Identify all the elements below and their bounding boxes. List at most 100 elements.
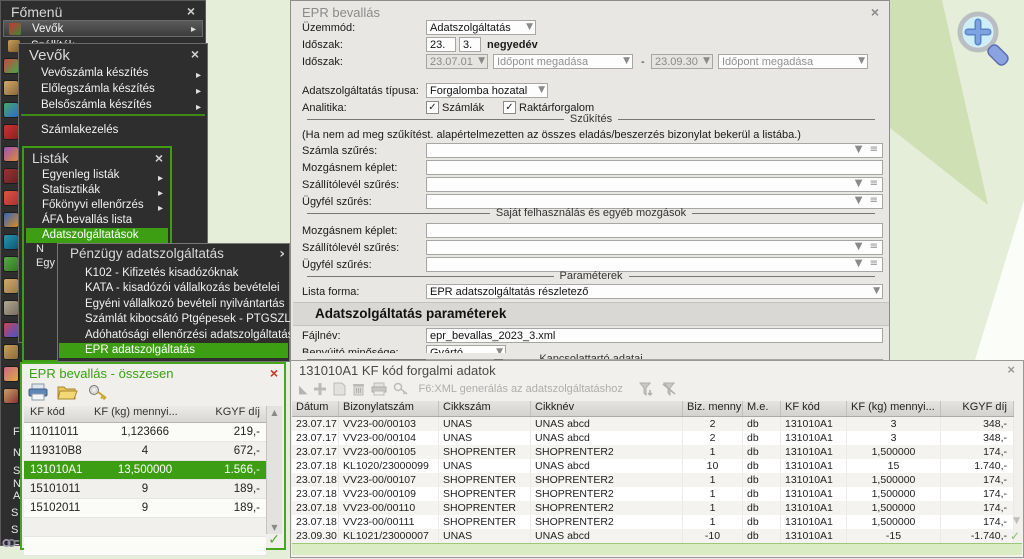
quarter-input[interactable]: 3.: [459, 37, 481, 52]
main-menu-close-icon[interactable]: ×: [187, 3, 195, 19]
epr-dialog-close-icon[interactable]: ×: [871, 4, 879, 20]
osszesen-scrollbar[interactable]: ▲ ▼: [266, 406, 282, 534]
szamla-szures-input[interactable]: ▼ ≡: [426, 143, 883, 158]
table-row[interactable]: 23.07.18 VV23-00/00110 SHOPRENTER SHOPRE…: [292, 501, 1014, 515]
listak-window-close-icon[interactable]: ×: [155, 150, 163, 166]
penzugy-menu-item[interactable]: Egyéni vállalkozó bevételi nyilvántartás: [59, 297, 288, 312]
vevok-window-close-icon[interactable]: ×: [191, 46, 199, 62]
col-cikknev[interactable]: Cikknév: [531, 401, 683, 416]
col-datum[interactable]: Dátum: [292, 401, 339, 416]
to-date-select[interactable]: 23.09.30▼: [651, 54, 713, 69]
lista-forma-select[interactable]: EPR adatszolgáltatás részletező▼: [426, 284, 883, 299]
menu-module-icon[interactable]: [4, 301, 18, 315]
table-row[interactable]: 23.07.17 VV23-00/00103 UNAS UNAS abcd 2 …: [292, 417, 1014, 431]
table-row[interactable]: 23.07.18 KL1020/23000099 UNAS UNAS abcd …: [292, 459, 1014, 473]
main-menu-item-vevok[interactable]: Vevők ▸: [3, 20, 203, 37]
col-kf-kg[interactable]: KF (kg) mennyi...: [847, 401, 941, 416]
menu-module-icon[interactable]: [4, 81, 18, 95]
col-bizonylatszam[interactable]: Bizonylatszám: [339, 401, 439, 416]
vevok-menu-item[interactable]: Vevőszámla készítés ▸: [41, 65, 201, 81]
menu-module-icon[interactable]: [4, 279, 18, 293]
print-icon[interactable]: [28, 383, 48, 401]
table-row[interactable]: 23.07.18 VV23-00/00111 SHOPRENTER SHOPRE…: [292, 515, 1014, 529]
col-me[interactable]: M.e.: [743, 401, 781, 416]
tipus-select[interactable]: Forgalomba hozatal▼: [426, 83, 548, 98]
col-kf-kod[interactable]: KF kód: [781, 401, 847, 416]
listak-menu-item[interactable]: Egyenleg listák ▸: [26, 168, 168, 183]
filter-dropdown-icons[interactable]: ▼ ≡: [855, 195, 880, 206]
osszesen-table-header[interactable]: KF kód KF (kg) mennyi... KGYF díj: [24, 406, 266, 423]
key-icon[interactable]: [88, 383, 108, 401]
menu-module-icon[interactable]: [4, 169, 18, 183]
penzugy-menu-item[interactable]: K102 - Kifizetés kisadózóknak: [59, 266, 288, 281]
zoom-in-icon[interactable]: [952, 8, 1014, 70]
filter-icon[interactable]: [639, 382, 655, 396]
table-row[interactable]: 23.07.17 VV23-00/00105 SHOPRENTER SHOPRE…: [292, 445, 1014, 459]
menu-module-icon[interactable]: [4, 389, 18, 403]
penzugy-menu-item[interactable]: Számlát kibocsátó Ptgépesek - PTGSZLAH: [59, 312, 288, 327]
listak-menu-item[interactable]: Statisztikák ▸: [26, 183, 168, 198]
menu-module-icon[interactable]: [4, 147, 18, 161]
table-row[interactable]: 15101011 9 189,-: [24, 480, 266, 499]
table-row[interactable]: 23.07.18 VV23-00/00109 SHOPRENTER SHOPRE…: [292, 487, 1014, 501]
listak-menu-item[interactable]: Adatszolgáltatások: [26, 228, 168, 243]
vevok-menu-item-szamlakezeles[interactable]: Számlakezelés: [41, 122, 201, 138]
delete-icon[interactable]: [352, 382, 365, 396]
document-icon[interactable]: [333, 382, 346, 396]
col-kgyf-dij[interactable]: KGYF díj: [204, 406, 266, 422]
menu-module-icon[interactable]: [4, 191, 18, 205]
from-mode-select[interactable]: Időpont megadása▼: [493, 54, 633, 69]
col-kgyf-dij[interactable]: KGYF díj: [941, 401, 1014, 416]
menu-module-icon[interactable]: [4, 213, 18, 227]
table-row[interactable]: 11011011 1,123666 219,-: [24, 423, 266, 442]
print-icon[interactable]: [371, 382, 387, 396]
menu-module-icon[interactable]: [4, 257, 18, 271]
vevok-menu-item[interactable]: Előlegszámla készítés ▸: [41, 81, 201, 97]
filter-clear-icon[interactable]: [661, 382, 677, 396]
year-input[interactable]: 23.: [426, 37, 456, 52]
add-icon[interactable]: [313, 382, 327, 396]
confirm-check-icon[interactable]: ✓: [268, 532, 280, 548]
menu-module-icon[interactable]: [4, 103, 18, 117]
col-kf-kg[interactable]: KF (kg) mennyi...: [86, 406, 204, 422]
table-row[interactable]: 15102011 9 189,-: [24, 499, 266, 518]
listak-menu-item[interactable]: Főkönyvi ellenőrzés ▸: [26, 198, 168, 213]
vevok-menu-item[interactable]: Belsőszámla készítés ▸: [41, 97, 201, 113]
mozgasnem2-input[interactable]: [426, 223, 883, 238]
menu-module-icon[interactable]: [4, 59, 18, 73]
key-icon[interactable]: [393, 382, 408, 396]
fajlnev-input[interactable]: epr_bevallas_2023_3.xml: [426, 328, 883, 343]
from-date-select[interactable]: 23.07.01▼: [426, 54, 488, 69]
menu-module-icon[interactable]: [4, 367, 18, 381]
table-row[interactable]: 119310B8 4 672,-: [24, 442, 266, 461]
menu-module-icon[interactable]: [4, 323, 18, 337]
scroll-down-icon[interactable]: ▼: [1013, 516, 1020, 526]
penzugy-menu-item[interactable]: Adóhatósági ellenőrzési adatszolgáltatás: [59, 328, 288, 343]
penzugy-menu-item[interactable]: EPR adatszolgáltatás: [59, 343, 288, 358]
table-row[interactable]: [24, 518, 266, 537]
table-row[interactable]: 23.07.17 VV23-00/00104 UNAS UNAS abcd 2 …: [292, 431, 1014, 445]
col-cikkszam[interactable]: Cikkszám: [439, 401, 531, 416]
table-row[interactable]: 23.07.18 VV23-00/00107 SHOPRENTER SHOPRE…: [292, 473, 1014, 487]
open-folder-icon[interactable]: [57, 383, 78, 401]
resize-corner-icon[interactable]: ◣: [299, 383, 307, 396]
menu-module-icon[interactable]: [4, 345, 18, 359]
listak-menu-item[interactable]: ÁFA bevallás lista: [26, 213, 168, 228]
kf-window-close-icon[interactable]: ×: [1007, 362, 1015, 377]
szallitolevel-input[interactable]: ▼ ≡: [426, 177, 883, 192]
kf-table-header[interactable]: Dátum Bizonylatszám Cikkszám Cikknév Biz…: [292, 401, 1014, 417]
col-kf-kod[interactable]: KF kód: [24, 406, 86, 422]
filter-dropdown-icons[interactable]: ▼ ≡: [855, 178, 880, 189]
menu-module-icon[interactable]: [4, 235, 18, 249]
osszesen-window-close-icon[interactable]: ×: [270, 365, 278, 381]
mozgasnem-input[interactable]: [426, 160, 883, 175]
table-row[interactable]: 131010A1 13,500000 1.566,-: [24, 461, 266, 480]
scroll-up-icon[interactable]: ▲: [267, 408, 282, 417]
penzugy-menu-item[interactable]: KATA - kisadózói vállalkozás bevételei: [59, 281, 288, 296]
scroll-down-icon[interactable]: ▼: [267, 523, 282, 532]
table-row[interactable]: 23.09.30 KL1021/23000007 UNAS UNAS abcd …: [292, 529, 1014, 543]
szallitolevel2-input[interactable]: ▼ ≡: [426, 240, 883, 255]
penzugy-window-expand-icon[interactable]: ›: [279, 246, 285, 262]
filter-dropdown-icons[interactable]: ▼ ≡: [855, 258, 880, 269]
filter-dropdown-icons[interactable]: ▼ ≡: [855, 144, 880, 155]
